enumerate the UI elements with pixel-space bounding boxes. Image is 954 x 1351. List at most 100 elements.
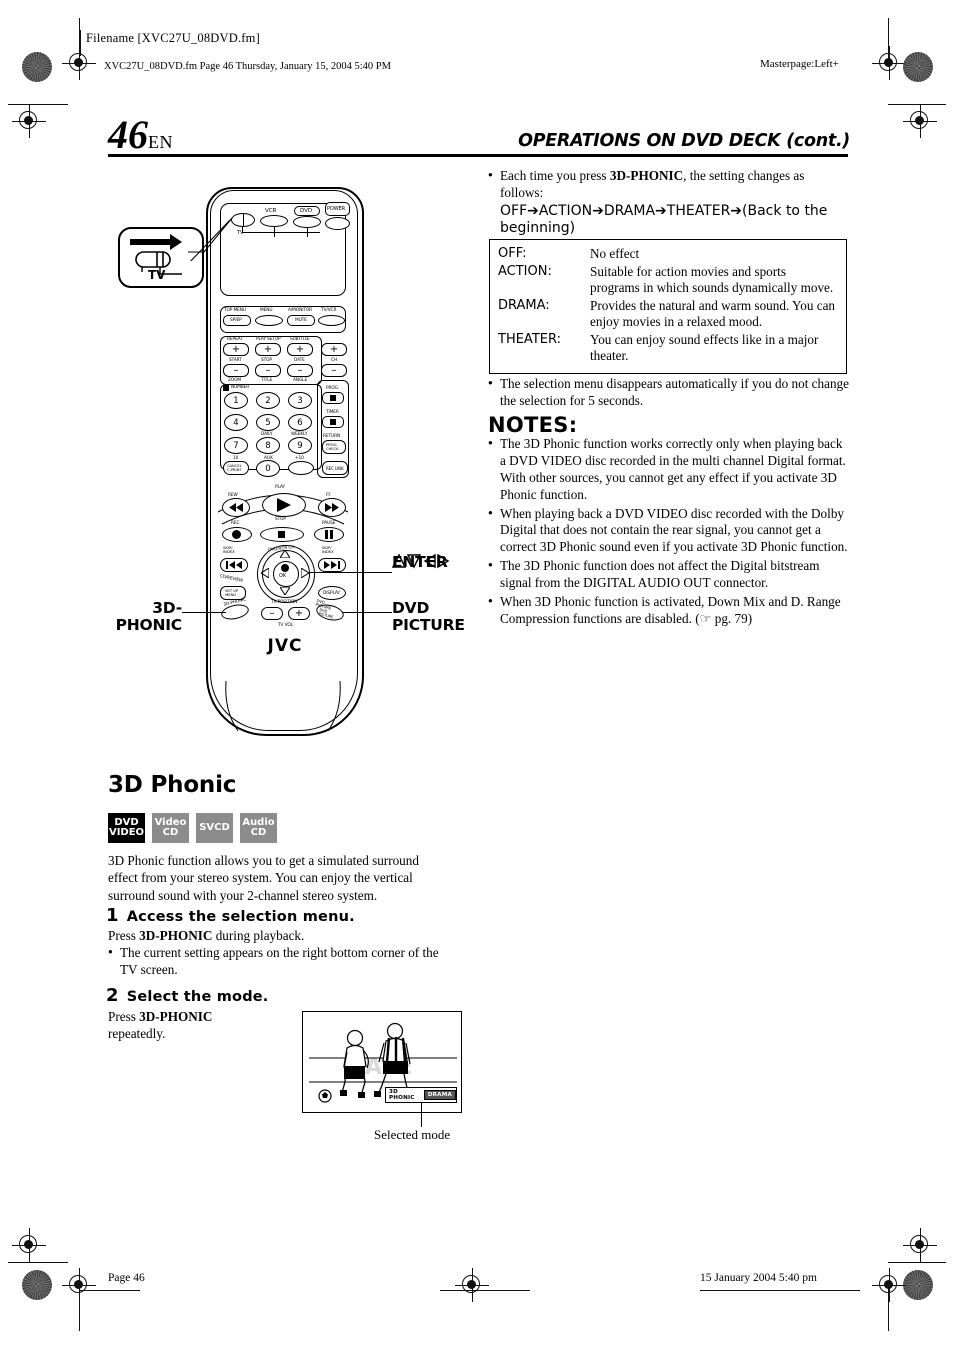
number-marker xyxy=(223,385,229,391)
vcr-button[interactable] xyxy=(260,215,288,227)
after-table-bullet-list: The selection menu disappears automatica… xyxy=(488,375,850,410)
stop-label: STOP xyxy=(261,358,272,363)
jog-left-arrow-icon[interactable] xyxy=(261,568,269,578)
tv-vol-minus-button[interactable]: – xyxy=(261,607,283,620)
subtitle-plus-button[interactable]: + xyxy=(287,343,313,356)
mode-name: ACTION: xyxy=(498,263,552,279)
jog-down-arrow-icon[interactable] xyxy=(280,587,290,595)
badge-video-cd: Video CD xyxy=(152,813,189,843)
badge-dvd-video: DVD VIDEO xyxy=(108,813,145,843)
footer-rule-right xyxy=(700,1290,860,1291)
footer-rule-center xyxy=(440,1290,530,1291)
date-minus-button[interactable]: – xyxy=(287,364,313,377)
power-button[interactable] xyxy=(325,217,350,230)
ch-plus-button[interactable]: + xyxy=(321,343,347,356)
record-icon xyxy=(232,530,241,539)
subtitle-label: SUBTITLE xyxy=(290,337,310,342)
tv-vol-plus-button[interactable]: + xyxy=(288,607,310,620)
jog-right-arrow-icon[interactable] xyxy=(301,568,309,578)
jog-up-arrow-icon[interactable] xyxy=(280,550,290,558)
mode-name: OFF: xyxy=(498,246,527,261)
zoom-label: ZOOM xyxy=(228,378,242,383)
registration-mark-left-lower xyxy=(12,1228,46,1262)
repeat-plus-button[interactable]: + xyxy=(223,343,249,356)
enter-ok-icon xyxy=(281,564,289,572)
table-row: OFF: No effect xyxy=(498,246,838,263)
number-button-9[interactable]: 9 xyxy=(288,437,312,454)
registration-mark-top-right xyxy=(872,46,906,80)
mode-description: You can enjoy sound effects like in a ma… xyxy=(590,331,819,364)
stop-icon xyxy=(278,531,285,538)
number-button-8[interactable]: 8 xyxy=(256,437,280,454)
registration-mark-right-lower xyxy=(903,1228,937,1262)
number-button-6[interactable]: 6 xyxy=(288,414,312,431)
badge-line2: VIDEO xyxy=(108,827,145,838)
step-1-number: 1 xyxy=(106,905,119,926)
number-button-4[interactable]: 4 xyxy=(224,414,248,431)
trim-line-bottom-right-horizontal xyxy=(888,1262,946,1263)
number-pad-label: NUMBER xyxy=(231,385,250,390)
step-2: 2 Select the mode. Press 3D-PHONIC repea… xyxy=(106,985,306,1043)
number-button-1[interactable]: 1 xyxy=(224,392,248,409)
rec-label: REC xyxy=(231,521,240,526)
pause-icon xyxy=(325,530,333,539)
display-label: DISPLAY xyxy=(323,591,340,596)
step-1-title: Access the selection menu. xyxy=(126,909,355,925)
tv-vcr-label: TV/VCR xyxy=(321,308,337,313)
on-screen-display: 3D PHONIC DRAMA xyxy=(385,1087,457,1103)
mode-sequence: OFF➔ACTION➔DRAMA➔THEATER➔(Back to the be… xyxy=(500,202,828,237)
start-minus-button[interactable]: – xyxy=(223,364,249,377)
mode-description: No effect xyxy=(590,246,640,261)
list-item: The 3D Phonic function does not affect t… xyxy=(488,557,850,592)
table-row: THEATER: You can enjoy sound effects lik… xyxy=(498,332,838,365)
play-setup-label: PLAY SETUP xyxy=(256,337,281,342)
skip-index-back-label: SKIP/INDEX xyxy=(223,545,235,555)
enter-leader-line xyxy=(310,572,392,574)
osd-selected-value: DRAMA xyxy=(423,1090,456,1100)
blank-button[interactable] xyxy=(288,461,314,475)
vcr-button-label: VCR xyxy=(265,208,277,214)
slug-filename: Filename [XVC27U_08DVD.fm] xyxy=(86,31,260,45)
step-1: 1 Access the selection menu. Press 3D-PH… xyxy=(106,905,466,981)
pause-label: PAUSE xyxy=(322,521,336,526)
badge-line2: CD xyxy=(162,827,179,838)
tv-vcr-button[interactable] xyxy=(318,315,345,326)
three-d-phonic-callout-line1: 3D- xyxy=(152,599,182,617)
stop-minus-button[interactable]: – xyxy=(255,364,281,377)
number-button-0[interactable]: 0 xyxy=(256,460,280,477)
footer-timestamp: 15 January 2004 5:40 pm xyxy=(700,1272,817,1284)
play-setup-plus-button[interactable]: + xyxy=(255,343,281,356)
after-table-note: The selection menu disappears automatica… xyxy=(488,375,850,412)
rec-link-label: REC LINK xyxy=(326,466,344,471)
dvd-picture-callout-line1: DVD xyxy=(392,599,430,617)
jvc-logo: JVC xyxy=(267,636,303,656)
footer-divider-left xyxy=(80,1285,81,1286)
number-button-2[interactable]: 2 xyxy=(256,392,280,409)
date-label: DATE xyxy=(294,358,305,363)
number-button-3[interactable]: 3 xyxy=(288,392,312,409)
badge-audio-cd: Audio CD xyxy=(240,813,277,843)
ch-minus-button[interactable]: – xyxy=(321,364,347,377)
halftone-circle-bottom-left xyxy=(22,1270,52,1300)
fast-forward-icon xyxy=(325,503,339,512)
step-1-note-wrapper: The current setting appears on the right… xyxy=(106,944,458,979)
trim-line-bottom-left-vertical xyxy=(79,1285,80,1331)
number-button-5[interactable]: 5 xyxy=(256,414,280,431)
angle-label: ANGLE xyxy=(293,378,308,383)
start-label: START xyxy=(229,358,242,363)
menu-button[interactable] xyxy=(255,315,283,326)
step-2-title: Select the mode. xyxy=(126,989,269,1005)
selected-mode-leader-line xyxy=(421,1103,423,1127)
setup-menu-label: SET UP MENU xyxy=(225,588,239,598)
mode-name: DRAMA: xyxy=(498,297,550,313)
halftone-circle-top-right xyxy=(903,52,933,82)
number-button-7[interactable]: 7 xyxy=(224,437,248,454)
step-2-bold: 3D-PHONIC xyxy=(139,1009,213,1024)
three-d-phonic-leader-line xyxy=(182,612,226,614)
timer-label: TIMER xyxy=(326,410,339,415)
osd-label: 3D PHONIC xyxy=(389,1089,415,1101)
badge-line1: SVCD xyxy=(199,821,230,833)
section-title: 3D Phonic xyxy=(108,772,237,798)
section-description: 3D Phonic function allows you to get a s… xyxy=(108,853,419,903)
mode-description: Suitable for action movies and sports pr… xyxy=(590,263,834,296)
